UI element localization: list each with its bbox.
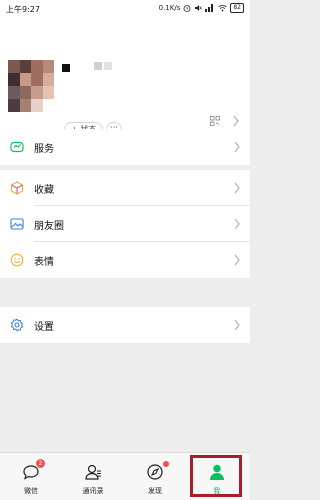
new-dot-indicator — [163, 461, 169, 467]
chevron-right-icon — [234, 182, 240, 194]
menu-label-moments: 朋友圈 — [34, 220, 64, 232]
chevron-right-icon — [234, 141, 240, 153]
menu-item-services[interactable]: 服务 — [0, 129, 250, 165]
status-time: 上午9:27 — [6, 5, 40, 14]
alarm-icon — [183, 5, 191, 12]
services-icon — [10, 141, 24, 153]
menu-item-settings[interactable]: 设置 — [0, 307, 250, 343]
status-bar: 上午9:27 0.1K/s 82 — [0, 0, 250, 18]
chevron-right-icon — [234, 254, 240, 266]
gear-icon — [10, 318, 24, 332]
tab-label-chats: 微信 — [24, 487, 38, 495]
unread-badge: 2 — [36, 459, 45, 468]
wifi-icon — [218, 5, 228, 12]
menu-label-stickers: 表情 — [34, 256, 54, 268]
signal-icon — [205, 4, 215, 12]
contacts-icon — [85, 464, 101, 480]
menu-label-services: 服务 — [34, 143, 54, 155]
profile-header[interactable] — [0, 18, 250, 142]
wechat-id-obscured — [94, 62, 112, 70]
tab-chats[interactable]: 2 微信 — [0, 453, 62, 500]
network-speed: 0.1K/s — [158, 4, 181, 12]
favorites-cube-icon — [10, 181, 24, 195]
menu-item-stickers[interactable]: 表情 — [0, 242, 250, 278]
chevron-right-icon — [234, 218, 240, 230]
tab-discover[interactable]: 发现 — [124, 453, 186, 500]
services-group: 服务 — [0, 129, 250, 165]
status-indicators: 0.1K/s 82 — [159, 3, 244, 13]
menu-label-favorites: 收藏 — [34, 184, 54, 196]
menu-item-moments[interactable]: 朋友圈 — [0, 206, 250, 242]
highlight-annotation-box — [190, 455, 242, 497]
battery-indicator: 82 — [230, 3, 244, 13]
smiley-icon — [10, 253, 24, 267]
mute-icon — [195, 5, 203, 11]
chevron-right-icon[interactable] — [232, 115, 240, 127]
nickname-obscured — [62, 64, 70, 72]
compass-icon — [147, 464, 163, 480]
moments-image-icon — [10, 218, 24, 230]
qr-code-icon[interactable] — [210, 116, 220, 126]
content-group: 收藏 朋友圈 表情 — [0, 170, 250, 278]
chevron-right-icon — [234, 319, 240, 331]
tab-label-contacts: 通讯录 — [82, 487, 104, 495]
menu-item-favorites[interactable]: 收藏 — [0, 170, 250, 206]
avatar[interactable] — [8, 60, 54, 112]
settings-group: 设置 — [0, 307, 250, 343]
tab-contacts[interactable]: 通讯录 — [62, 453, 124, 500]
tab-label-discover: 发现 — [148, 487, 162, 495]
menu-label-settings: 设置 — [34, 321, 54, 333]
